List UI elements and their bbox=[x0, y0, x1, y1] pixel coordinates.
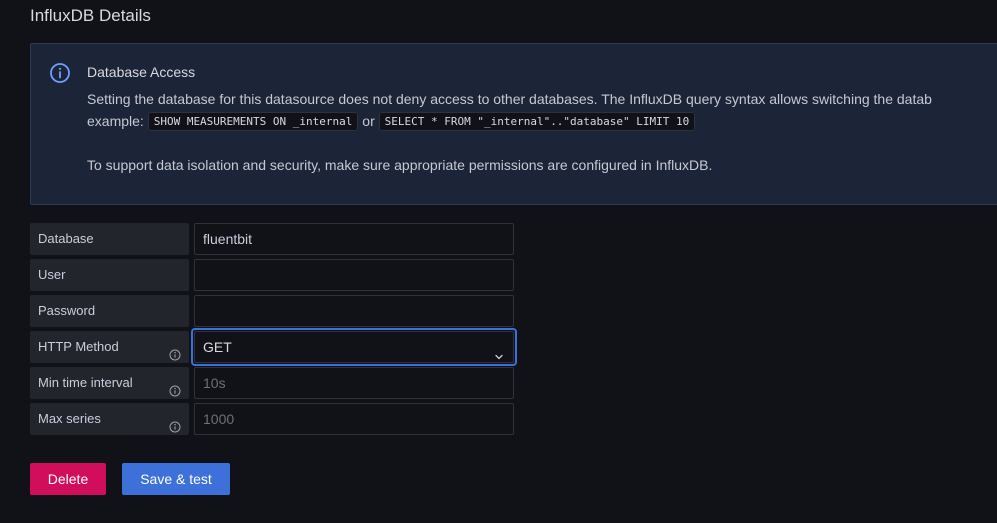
alert-line-1: Setting the database for this datasource… bbox=[87, 91, 932, 107]
save-and-test-button[interactable]: Save & test bbox=[122, 463, 230, 495]
http-method-value: GET bbox=[203, 339, 232, 355]
info-icon[interactable] bbox=[169, 413, 181, 433]
alert-line-2: example: SHOW MEASUREMENTS ON _internal … bbox=[87, 111, 997, 133]
example-label: example: bbox=[87, 113, 144, 129]
min-time-interval-label: Min time interval bbox=[38, 375, 133, 390]
code-show-measurements: SHOW MEASUREMENTS ON _internal bbox=[147, 112, 359, 131]
code-select-query: SELECT * FROM "_internal".."database" LI… bbox=[378, 112, 696, 131]
http-method-label-cell: HTTP Method bbox=[30, 331, 189, 363]
database-label: Database bbox=[30, 223, 189, 255]
user-input[interactable] bbox=[194, 259, 514, 291]
max-series-input[interactable] bbox=[194, 403, 514, 435]
http-method-label: HTTP Method bbox=[38, 339, 119, 354]
database-input[interactable] bbox=[194, 223, 514, 255]
max-series-label: Max series bbox=[38, 411, 101, 426]
section-title: InfluxDB Details bbox=[30, 6, 151, 25]
delete-button[interactable]: Delete bbox=[30, 463, 106, 495]
max-series-label-cell: Max series bbox=[30, 403, 189, 435]
info-icon[interactable] bbox=[169, 377, 181, 397]
min-time-interval-input[interactable] bbox=[194, 367, 514, 399]
alert-title: Database Access bbox=[87, 64, 196, 80]
datasource-settings-page: InfluxDB Details Database Access Setting… bbox=[0, 0, 997, 523]
info-circle-icon bbox=[49, 62, 71, 84]
user-label: User bbox=[30, 259, 189, 291]
chevron-down-icon bbox=[494, 342, 504, 360]
or-text: or bbox=[362, 113, 375, 129]
http-method-select[interactable]: GET bbox=[191, 328, 517, 366]
password-input[interactable] bbox=[194, 295, 514, 327]
password-label: Password bbox=[30, 295, 189, 327]
database-access-alert: Database Access Setting the database for… bbox=[30, 43, 997, 205]
min-time-interval-label-cell: Min time interval bbox=[30, 367, 189, 399]
http-method-select-box[interactable]: GET bbox=[194, 331, 514, 363]
info-icon[interactable] bbox=[169, 341, 181, 361]
alert-line-3: To support data isolation and security, … bbox=[87, 157, 713, 173]
alert-spacer bbox=[87, 133, 997, 155]
alert-body: Setting the database for this datasource… bbox=[87, 89, 997, 177]
